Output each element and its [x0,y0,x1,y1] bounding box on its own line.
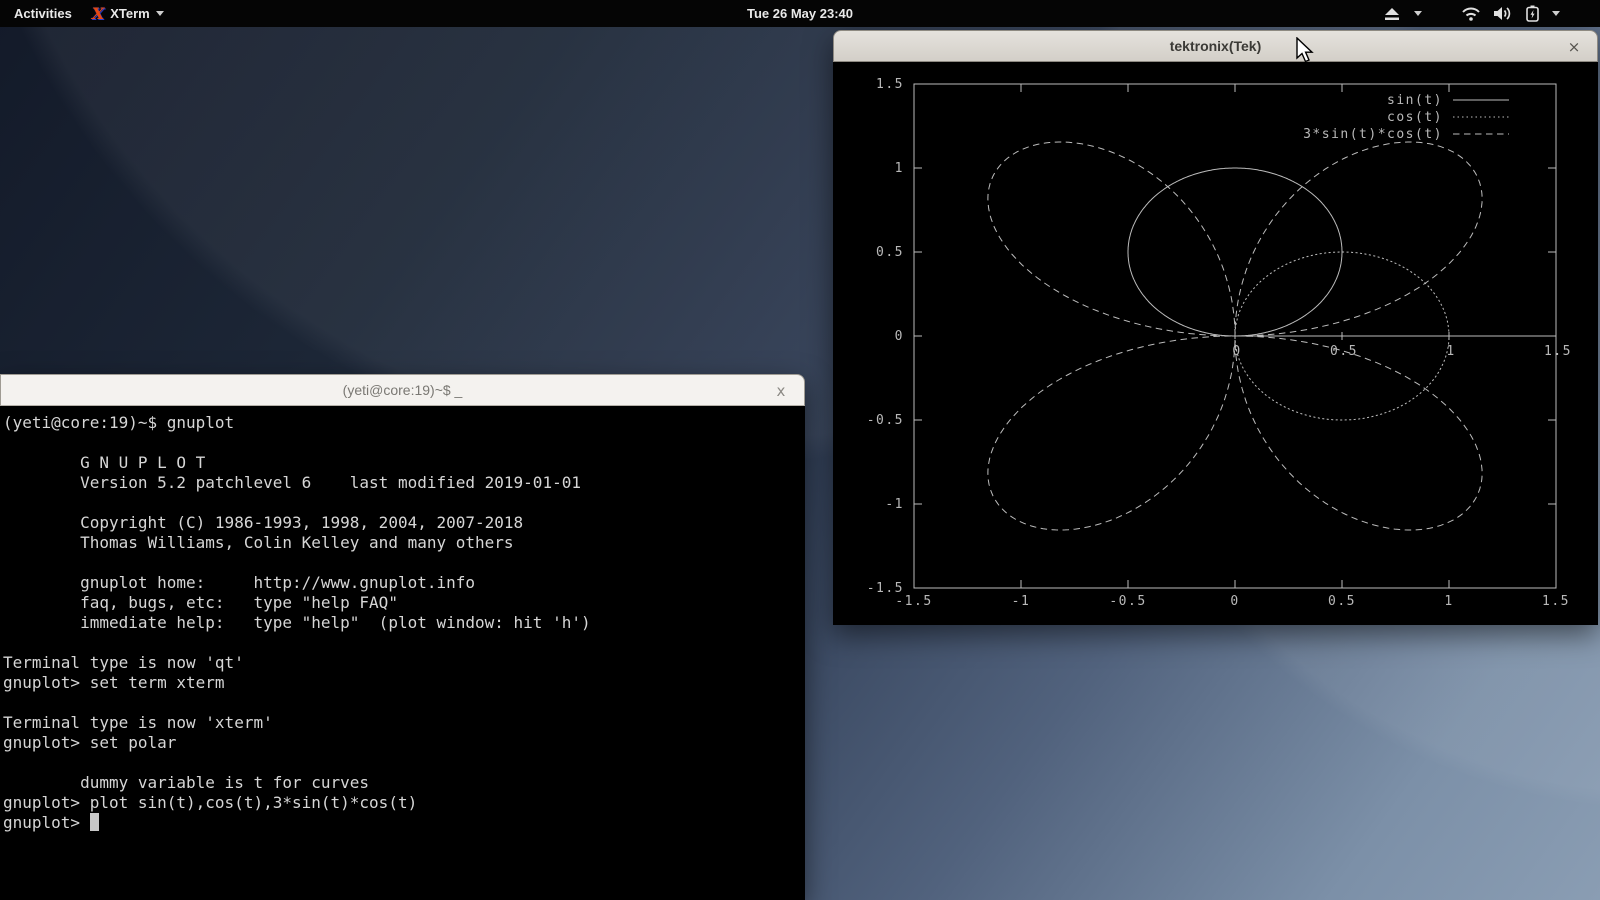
y-tick-label: -1 [885,497,904,512]
terminal-line: Copyright (C) 1986-1993, 1998, 2004, 200… [3,513,805,533]
terminal-line [3,493,805,513]
terminal-line: (yeti@core:19)~$ gnuplot [3,413,805,433]
terminal-line: G N U P L O T [3,453,805,473]
terminal-line: Terminal type is now 'xterm' [3,713,805,733]
terminal-line: gnuplot> set polar [3,733,805,753]
r-tick-label: 1.5 [1544,344,1572,359]
terminal-line: Version 5.2 patchlevel 6 last modified 2… [3,473,805,493]
x-tick-label: 1.5 [1542,594,1570,609]
tek-title: tektronix(Tek) [1170,38,1262,54]
terminal-line: gnuplot> [3,813,805,833]
chevron-down-icon [1552,11,1560,16]
polar-plot: -1.5-1-0.500.511.5-1.5-1-0.500.511.500.5… [833,62,1598,625]
terminal-line [3,553,805,573]
terminal-cursor [90,813,99,831]
terminal-line: gnuplot home: http://www.gnuplot.info [3,573,805,593]
y-tick-label: 1.5 [876,77,904,92]
tek-close-button[interactable]: × [1561,31,1587,63]
chevron-down-icon [1414,11,1422,16]
tek-titlebar[interactable]: tektronix(Tek) × [833,30,1598,62]
app-menu-label: XTerm [110,6,150,21]
terminal-line [3,633,805,653]
volume-icon [1493,6,1513,21]
terminal-line: gnuplot> plot sin(t),cos(t),3*sin(t)*cos… [3,793,805,813]
y-tick-label: 1 [895,161,904,176]
wifi-icon [1462,7,1480,21]
x-tick-label: 0 [1230,594,1239,609]
terminal-line: Thomas Williams, Colin Kelley and many o… [3,533,805,553]
terminal-output[interactable]: (yeti@core:19)~$ gnuplot G N U P L O T V… [0,406,805,900]
terminal-line: faq, bugs, etc: type "help FAQ" [3,593,805,613]
top-bar: Activities X XTerm Tue 26 May 23:40 [0,0,1600,27]
legend-label: 3*sin(t)*cos(t) [1303,127,1443,142]
battery-icon [1526,5,1539,22]
r-tick-label: 1 [1446,344,1455,359]
x-tick-label: -1.5 [895,594,932,609]
xterm-icon: X [92,6,104,22]
mouse-cursor [1295,37,1317,63]
clock-button[interactable]: Tue 26 May 23:40 [700,0,900,27]
terminal-line [3,753,805,773]
legend-label: sin(t) [1387,93,1443,108]
y-tick-label: -0.5 [867,413,904,428]
terminal-line [3,693,805,713]
terminal-line [3,433,805,453]
curve-sin [1128,168,1342,336]
y-tick-label: 0 [895,329,904,344]
terminal-title: (yeti@core:19)~$ _ [343,382,463,398]
terminal-line: gnuplot> set term xterm [3,673,805,693]
tektronix-plot-window: tektronix(Tek) × -1.5-1-0.500.511.5-1.5-… [833,30,1598,625]
terminal-close-button[interactable]: x [768,375,794,407]
app-menu-button[interactable]: X XTerm [82,0,174,27]
terminal-line: Terminal type is now 'qt' [3,653,805,673]
x-tick-label: 1 [1444,594,1453,609]
x-tick-label: 0.5 [1328,594,1356,609]
legend-label: cos(t) [1387,110,1443,125]
eject-icon [1383,7,1401,21]
chevron-down-icon [156,11,164,16]
activities-button[interactable]: Activities [4,0,82,27]
tek-plot-canvas: -1.5-1-0.500.511.5-1.5-1-0.500.511.500.5… [833,62,1598,625]
system-status-area[interactable] [1383,0,1560,27]
y-tick-label: 0.5 [876,245,904,260]
xterm-terminal-window: (yeti@core:19)~$ _ x (yeti@core:19)~$ gn… [0,374,805,900]
terminal-line: immediate help: type "help" (plot window… [3,613,805,633]
top-bar-left: Activities X XTerm [4,0,174,27]
x-tick-label: -0.5 [1109,594,1146,609]
x-tick-label: -1 [1012,594,1031,609]
terminal-titlebar[interactable]: (yeti@core:19)~$ _ x [0,374,805,406]
terminal-line: dummy variable is t for curves [3,773,805,793]
